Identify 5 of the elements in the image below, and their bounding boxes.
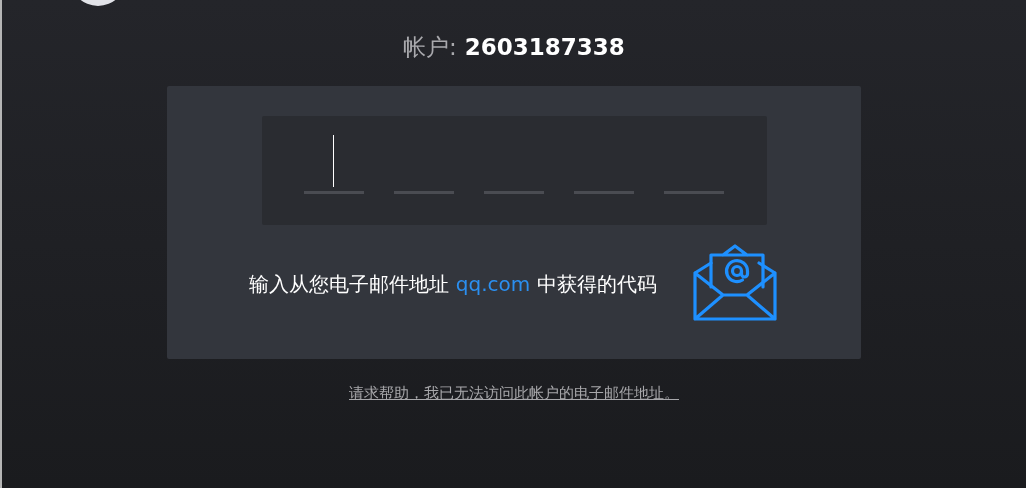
account-number: 2603187338 — [464, 34, 625, 60]
instruction-text: 输入从您电子邮件地址 qq.com 中获得的代码 — [249, 270, 657, 298]
digit-field[interactable] — [304, 135, 364, 194]
account-label: 帐户: — [403, 32, 457, 62]
help-link[interactable]: 请求帮助，我已无法访问此帐户的电子邮件地址。 — [349, 384, 679, 403]
